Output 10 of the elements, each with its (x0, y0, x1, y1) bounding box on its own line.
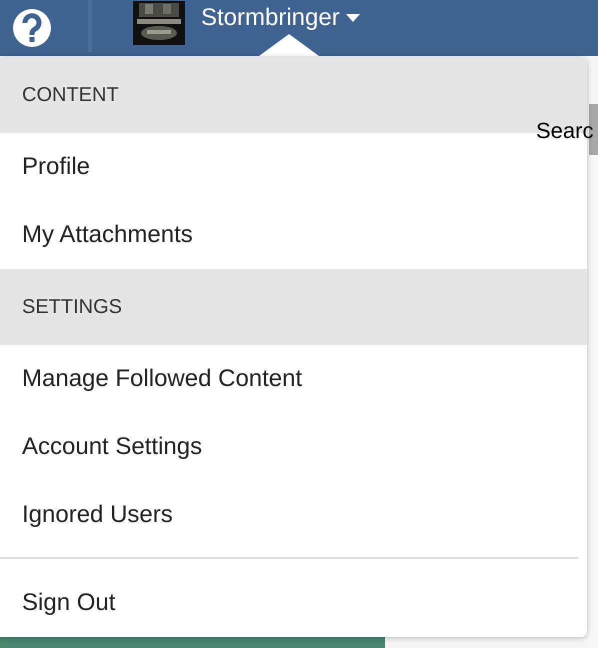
menu-item[interactable]: Ignored Users (0, 481, 587, 549)
menu-item[interactable]: Manage Followed Content (0, 345, 587, 413)
help-icon[interactable] (12, 8, 52, 48)
caret-icon (346, 14, 360, 22)
menu-item[interactable]: Sign Out (0, 569, 587, 637)
menu-item[interactable]: Account Settings (0, 413, 587, 481)
menu-item[interactable]: My Attachments (0, 201, 587, 269)
user-menu-button[interactable]: Stormbringer (201, 4, 360, 32)
search-label: Searc (536, 118, 594, 144)
section-heading: SETTINGS (0, 269, 587, 345)
